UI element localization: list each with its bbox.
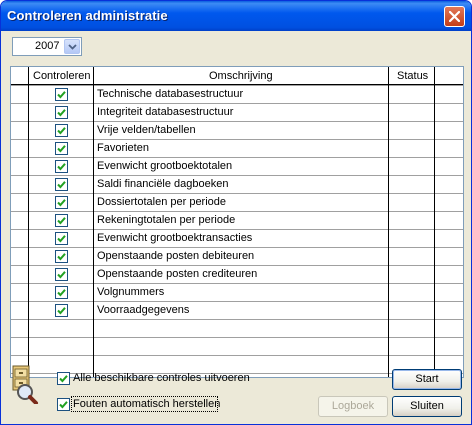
row-checkbox[interactable] (55, 304, 68, 317)
auto-fix-checkbox[interactable] (57, 398, 70, 411)
row-checkbox[interactable] (55, 214, 68, 227)
table-row[interactable]: Evenwicht grootboektotalen (11, 157, 463, 175)
table-row[interactable]: Favorieten (11, 139, 463, 157)
table-row[interactable]: Openstaande posten debiteuren (11, 247, 463, 265)
row-checkbox[interactable] (55, 106, 68, 119)
table-row[interactable]: Technische databasestructuur (11, 85, 463, 103)
cabinet-magnifier-icon (12, 365, 38, 404)
year-dropdown[interactable]: 2007 (12, 37, 82, 56)
row-description: Favorieten (97, 142, 149, 154)
header-controleren[interactable]: Controleren (33, 70, 90, 82)
row-checkbox[interactable] (55, 160, 68, 173)
row-description: Voorraadgegevens (97, 304, 190, 316)
all-checks-label: Alle beschikbare controles uitvoeren (73, 372, 250, 384)
table-row[interactable]: Saldi financiële dagboeken (11, 175, 463, 193)
header-omschrijving[interactable]: Omschrijving (209, 70, 273, 82)
table-row[interactable]: Vrije velden/tabellen (11, 121, 463, 139)
table-row[interactable]: Volgnummers (11, 283, 463, 301)
row-checkbox[interactable] (55, 286, 68, 299)
window-title: Controleren administratie (7, 8, 168, 23)
close-icon (449, 11, 460, 22)
start-button[interactable]: Start (392, 369, 462, 390)
table-row[interactable]: Openstaande posten crediteuren (11, 265, 463, 283)
options-area: Alle beschikbare controles uitvoeren Fou… (4, 356, 468, 421)
row-description: Openstaande posten debiteuren (97, 250, 255, 262)
row-description: Openstaande posten crediteuren (97, 268, 258, 280)
table-row[interactable]: Voorraadgegevens (11, 301, 463, 319)
row-description: Volgnummers (97, 286, 165, 298)
row-description: Dossiertotalen per periode (97, 196, 227, 208)
row-checkbox[interactable] (55, 178, 68, 191)
table-row[interactable]: Evenwicht grootboektransacties (11, 229, 463, 247)
logboek-button[interactable]: Logboek (318, 396, 388, 417)
row-checkbox[interactable] (55, 142, 68, 155)
table-row[interactable]: Dossiertotalen per periode (11, 193, 463, 211)
dialog-window: Controleren administratie 2007 Controler… (0, 0, 472, 425)
title-bar[interactable]: Controleren administratie (1, 1, 471, 31)
dialog-body: 2007 Controleren Omschrijving Status Tec… (4, 31, 468, 421)
all-checks-checkbox[interactable] (57, 372, 70, 385)
table-row[interactable]: Integriteit databasestructuur (11, 103, 463, 121)
row-description: Evenwicht grootboektransacties (97, 232, 253, 244)
row-description: Vrije velden/tabellen (97, 124, 196, 136)
year-dropdown-button[interactable] (64, 39, 80, 54)
row-description: Evenwicht grootboektotalen (97, 160, 233, 172)
sluiten-button[interactable]: Sluiten (392, 396, 462, 417)
row-checkbox[interactable] (55, 88, 68, 101)
row-description: Integriteit databasestructuur (97, 106, 234, 118)
row-description: Technische databasestructuur (97, 88, 244, 100)
auto-fix-label: Fouten automatisch herstellen (73, 398, 221, 410)
chevron-down-icon (68, 44, 77, 50)
row-checkbox[interactable] (55, 232, 68, 245)
row-checkbox[interactable] (55, 196, 68, 209)
table-row[interactable]: Rekeningtotalen per periode (11, 211, 463, 229)
year-value: 2007 (35, 40, 60, 52)
row-description: Saldi financiële dagboeken (97, 178, 229, 190)
close-button[interactable] (444, 6, 465, 27)
row-description: Rekeningtotalen per periode (97, 214, 236, 226)
row-checkbox[interactable] (55, 250, 68, 263)
checks-grid[interactable]: Controleren Omschrijving Status Technisc… (10, 66, 464, 378)
row-checkbox[interactable] (55, 268, 68, 281)
header-status[interactable]: Status (397, 70, 428, 82)
row-checkbox[interactable] (55, 124, 68, 137)
